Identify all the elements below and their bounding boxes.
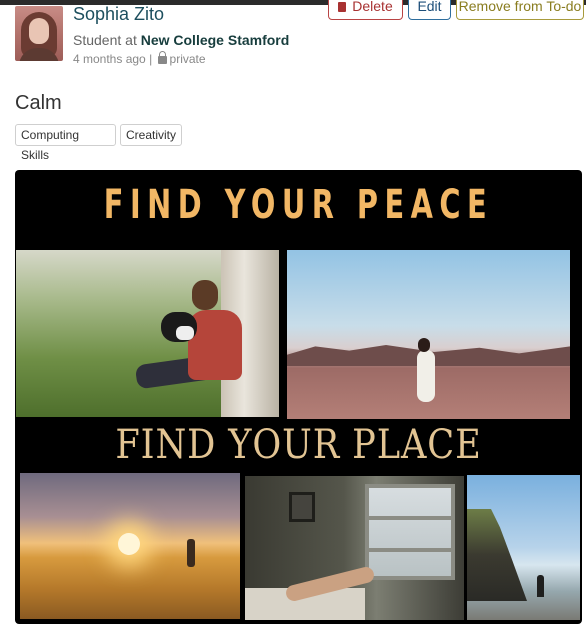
role-prefix: Student at	[73, 32, 137, 48]
institution-link[interactable]: New College Stamford	[141, 32, 290, 48]
post-meta: 4 months ago | private	[73, 51, 206, 66]
post-title: Calm	[15, 92, 62, 114]
tag-creativity[interactable]: Creativity	[120, 124, 182, 146]
photo-sunset-field	[20, 473, 240, 619]
lock-icon	[157, 51, 167, 64]
meta-separator: |	[149, 52, 153, 66]
user-name[interactable]: Sophia Zito	[73, 4, 164, 25]
edit-button-label: Edit	[417, 0, 442, 14]
user-affiliation: Student at New College Stamford	[73, 32, 289, 48]
photo-man-with-dog	[16, 250, 279, 417]
remove-from-todo-label: Remove from To-do	[458, 0, 582, 14]
trash-icon	[338, 2, 347, 12]
poster-image: FIND YOUR PEACE FIND YOUR PLACE	[15, 170, 582, 624]
tag-computing-skills[interactable]: Computing Skills	[15, 124, 116, 162]
poster-headline-middle: FIND YOUR PLACE	[115, 422, 482, 468]
photo-coastal-cliff	[467, 475, 580, 620]
edit-button[interactable]: Edit	[408, 0, 451, 20]
avatar[interactable]	[15, 6, 63, 61]
delete-button-label: Delete	[352, 0, 393, 14]
poster-headline-top: FIND YOUR PEACE	[103, 182, 494, 228]
photo-bedroom-window	[245, 476, 464, 620]
photo-woman-in-desert	[287, 250, 570, 419]
remove-from-todo-button[interactable]: Remove from To-do	[456, 0, 584, 20]
delete-button[interactable]: Delete	[328, 0, 403, 20]
time-ago: 4 months ago	[73, 52, 146, 66]
visibility-label: private	[169, 52, 206, 66]
